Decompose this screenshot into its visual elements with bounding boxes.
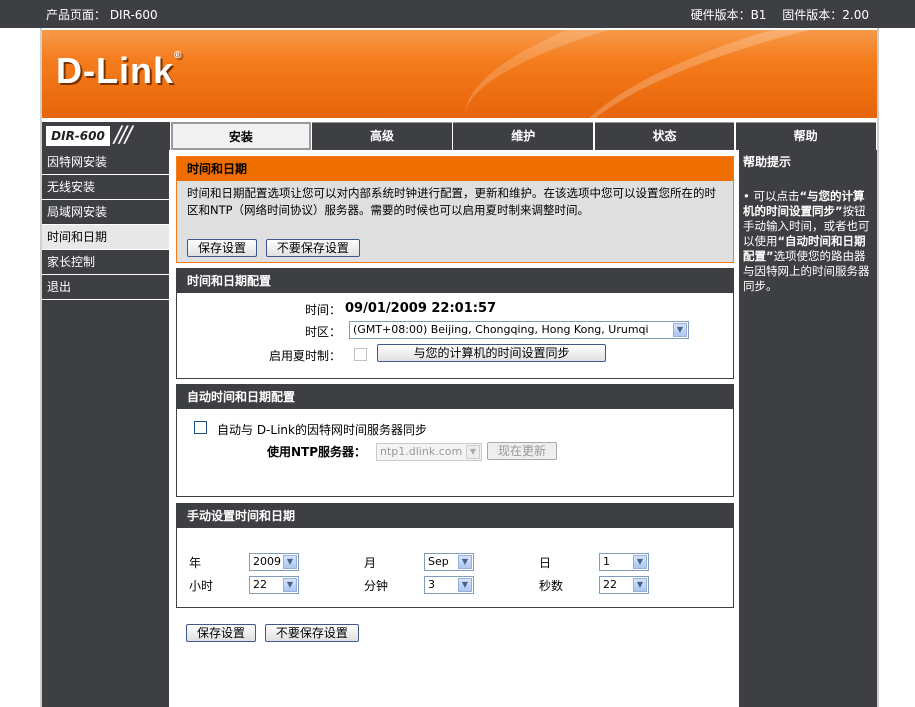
tab-setup[interactable]: 安装 [171,122,311,150]
dst-label: 启用夏时制： [269,349,342,363]
day-value: 1 [603,555,610,568]
month-value: Sep [428,555,449,568]
auto-sync-checkbox[interactable] [194,421,207,434]
month-label: 月 [364,556,377,570]
version-info: 硬件版本：B1 固件版本：2.00 [679,6,869,23]
sidebar: 因特网安装 无线安装 局域网安装 时间和日期 家长控制 退出 [42,150,169,707]
tab-help[interactable]: 帮助 [735,122,876,150]
time-zone-value: (GMT+08:00) Beijing, Chongqing, Hong Kon… [353,323,649,336]
chevron-down-icon: ▼ [633,578,647,592]
intro-description: 时间和日期配置选项让您可以对内部系统时钟进行配置，更新和维护。在该选项中您可以设… [187,186,716,217]
second-label: 秒数 [539,579,564,593]
year-value: 2009 [253,555,281,568]
tab-status[interactable]: 状态 [594,122,735,150]
update-now-button[interactable]: 现在更新 [487,442,557,460]
main-content: 时间和日期 时间和日期配置选项让您可以对内部系统时钟进行配置，更新和维护。在该选… [171,150,738,707]
sidebar-item-lan[interactable]: 局域网安装 [42,200,169,225]
auto-time-section: 自动时间和日期配置 自动与 D-Link的因特网时间服务器同步 使用NTP服务器… [176,384,734,497]
ntp-server-label: 使用NTP服务器： [267,445,367,459]
dont-save-button[interactable]: 不要保存设置 [264,624,359,642]
help-text-1: 可以点击 [753,189,800,203]
tab-advanced[interactable]: 高级 [312,122,452,150]
intro-section: 时间和日期 时间和日期配置选项让您可以对内部系统时钟进行配置，更新和维护。在该选… [176,156,734,263]
second-select[interactable]: 22 ▼ [599,576,649,594]
intro-title: 时间和日期 [177,157,733,181]
top-bar: 产品页面： DIR-600 硬件版本：B1 固件版本：2.00 [0,0,915,28]
firmware-version: 固件版本：2.00 [782,8,869,22]
model-slashes: /// [114,123,132,148]
sidebar-item-time-date[interactable]: 时间和日期 [42,225,169,250]
ntp-server-value: ntp1.dlink.com [380,445,463,458]
year-select[interactable]: 2009 ▼ [249,553,299,571]
time-label: 时间： [305,303,342,317]
time-config-section: 时间和日期配置 时间： 09/01/2009 22:01:57 时区： (GMT… [176,268,734,379]
auto-sync-label: 自动与 D-Link的因特网时间服务器同步 [217,423,427,437]
time-value: 09/01/2009 22:01:57 [345,301,497,316]
help-title: 帮助提示 [743,155,792,169]
sidebar-item-wireless[interactable]: 无线安装 [42,175,169,200]
chevron-down-icon: ▼ [466,445,480,459]
minute-value: 3 [428,578,435,591]
main-tabs: 安装 高级 维护 状态 帮助 [171,122,877,150]
dst-checkbox[interactable] [354,348,367,361]
dlink-logo: D-Link® [56,50,183,91]
sidebar-item-parental-control[interactable]: 家长控制 [42,250,169,275]
save-button[interactable]: 保存设置 [187,239,258,257]
hour-value: 22 [253,578,267,591]
manual-time-section: 手动设置时间和日期 年 2009 ▼ 月 Sep ▼ 日 1 ▼ 小时 22 ▼… [176,503,734,608]
help-bullet: • [743,189,750,203]
hour-select[interactable]: 22 ▼ [249,576,299,594]
auto-time-title: 自动时间和日期配置 [177,385,733,409]
year-label: 年 [189,556,202,570]
banner: D-Link® [42,30,877,118]
hardware-version: 硬件版本：B1 [690,8,767,22]
chevron-down-icon: ▼ [283,578,297,592]
frame-right-border [877,28,879,707]
help-body: • 可以点击“与您的计算机的时间设置同步”按钮手动输入时间，或者也可以使用“自动… [739,173,877,294]
minute-select[interactable]: 3 ▼ [424,576,474,594]
minute-label: 分钟 [364,579,389,593]
day-select[interactable]: 1 ▼ [599,553,649,571]
model-badge: DIR-600 /// [42,122,170,150]
chevron-down-icon: ▼ [458,578,472,592]
product-page-label: 产品页面： DIR-600 [46,8,158,22]
save-button[interactable]: 保存设置 [186,624,257,642]
chevron-down-icon: ▼ [633,555,647,569]
month-select[interactable]: Sep ▼ [424,553,474,571]
sidebar-item-internet[interactable]: 因特网安装 [42,150,169,175]
hour-label: 小时 [189,579,214,593]
tab-maintenance[interactable]: 维护 [453,122,594,150]
manual-time-title: 手动设置时间和日期 [177,504,733,528]
ntp-server-select[interactable]: ntp1.dlink.com ▼ [376,443,482,461]
sidebar-item-logout[interactable]: 退出 [42,275,169,300]
bottom-buttons: 保存设置 不要保存设置 [186,624,364,642]
sync-computer-time-button[interactable]: 与您的计算机的时间设置同步 [377,344,606,362]
chevron-down-icon: ▼ [283,555,297,569]
dont-save-button[interactable]: 不要保存设置 [265,239,360,257]
help-panel: 帮助提示 • 可以点击“与您的计算机的时间设置同步”按钮手动输入时间，或者也可以… [739,150,877,707]
second-value: 22 [603,578,617,591]
day-label: 日 [539,556,552,570]
time-config-title: 时间和日期配置 [177,269,733,293]
time-zone-select[interactable]: (GMT+08:00) Beijing, Chongqing, Hong Kon… [349,321,689,339]
model-label: DIR-600 [46,126,110,146]
chevron-down-icon: ▼ [458,555,472,569]
chevron-down-icon: ▼ [673,323,687,337]
intro-buttons: 保存设置 不要保存设置 [187,239,365,257]
time-zone-label: 时区： [305,325,342,339]
